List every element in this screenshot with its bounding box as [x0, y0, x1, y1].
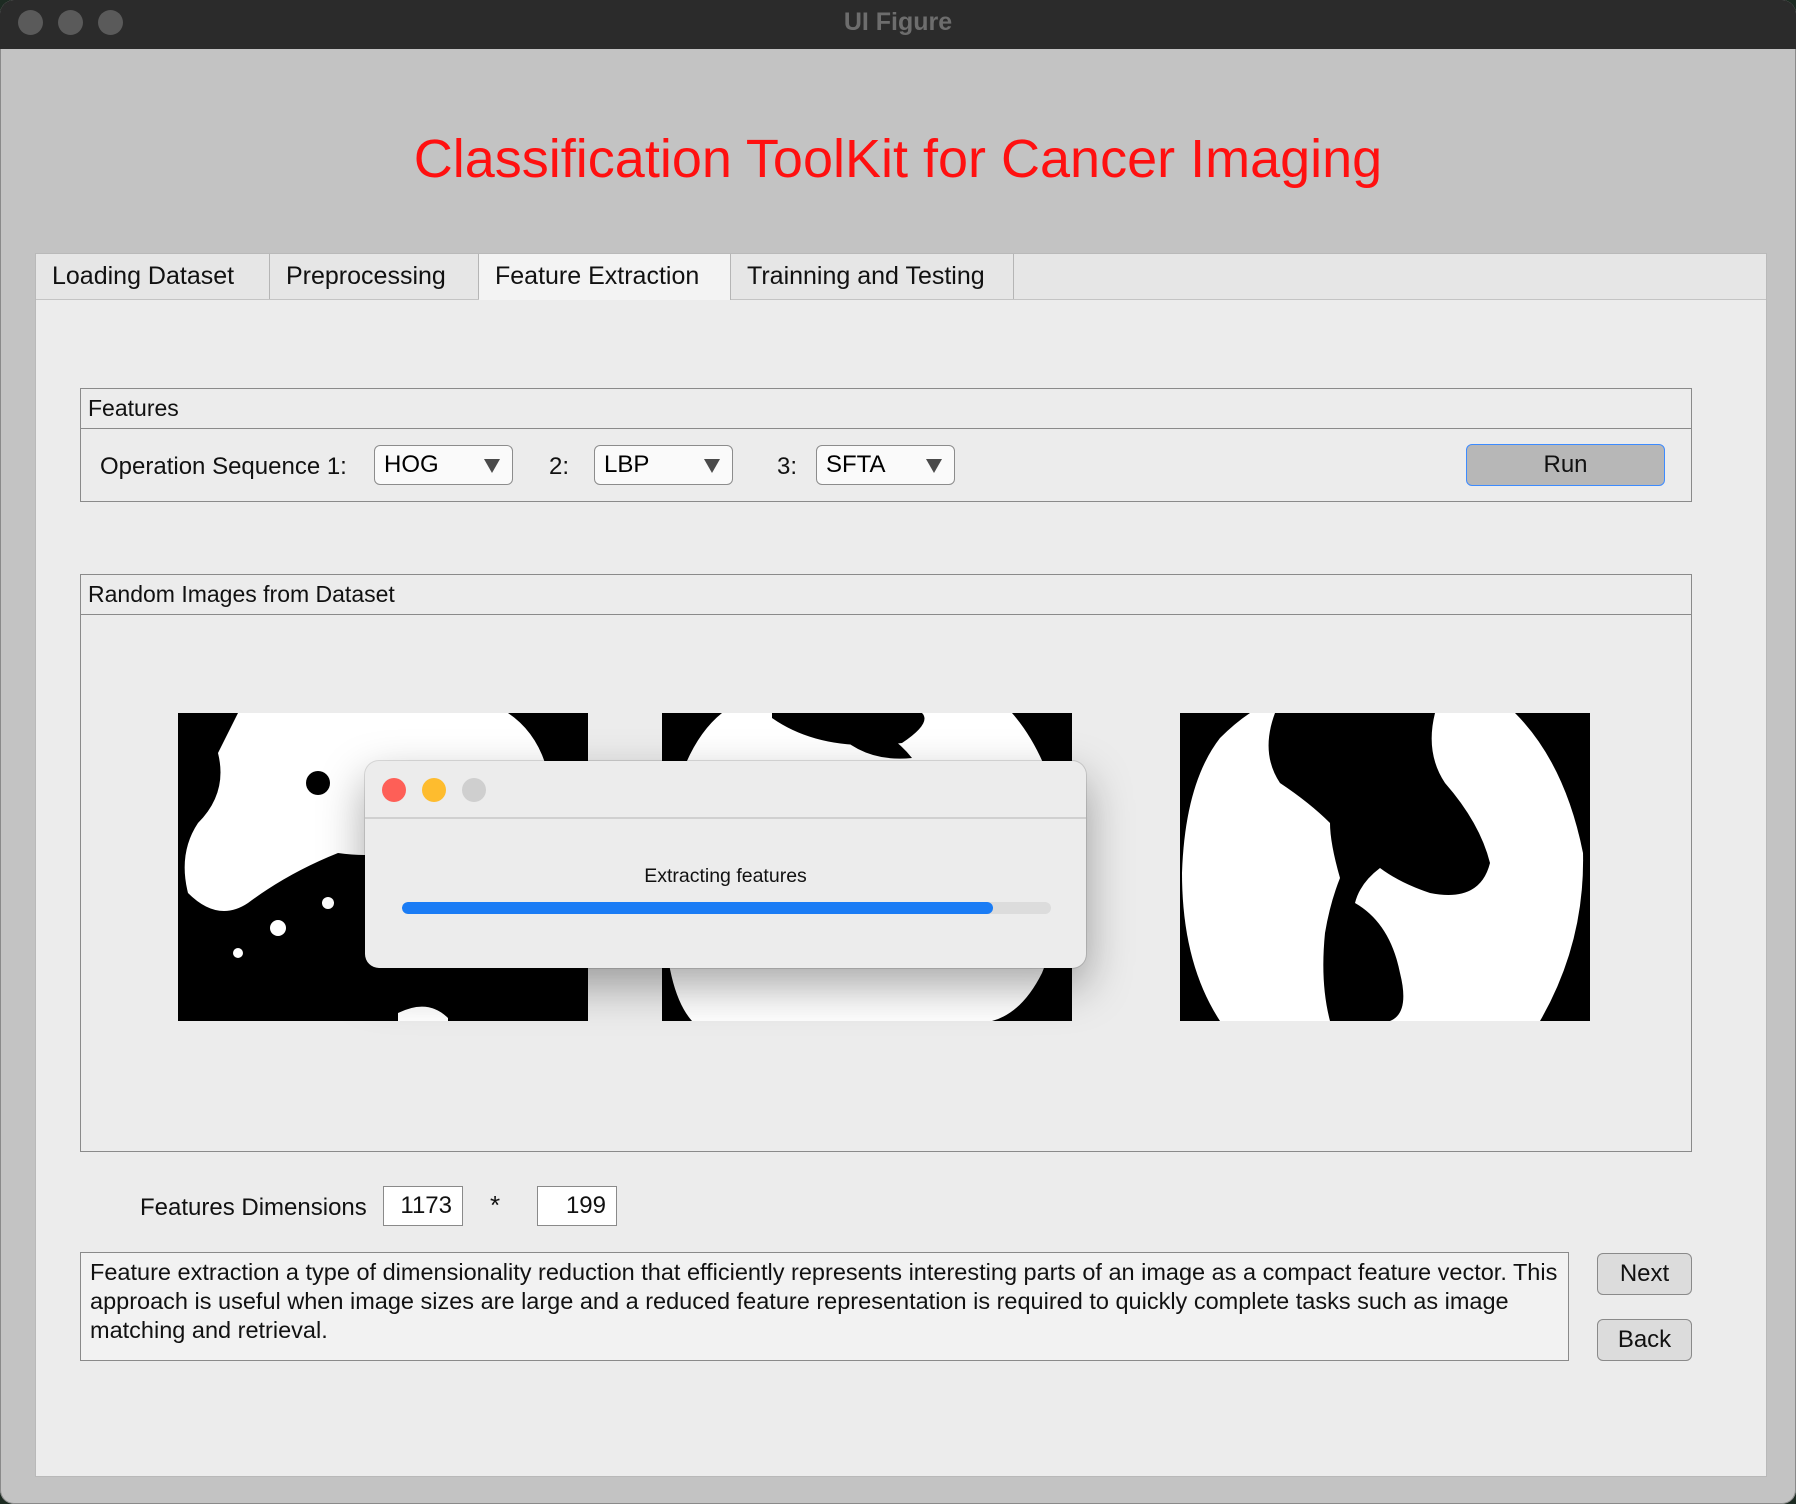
progress-bar [402, 902, 1051, 914]
chevron-down-icon [704, 459, 720, 473]
features-rows-field[interactable]: 1173 [383, 1186, 463, 1226]
tab-loading-dataset[interactable]: Loading Dataset [36, 254, 270, 299]
dialog-zoom-button[interactable] [462, 778, 486, 802]
title-bar: UI Figure [0, 0, 1796, 49]
operation-sequence-label: Operation Sequence 1: [100, 453, 347, 480]
dialog-minimize-button[interactable] [422, 778, 446, 802]
progress-bar-fill [402, 902, 993, 914]
step-3-label: 3: [777, 453, 798, 480]
app-title: Classification ToolKit for Cancer Imagin… [413, 129, 1383, 189]
tab-bar: Loading Dataset Preprocessing Feature Ex… [36, 254, 1766, 301]
step-2-label: 2: [549, 453, 570, 480]
back-button[interactable]: Back [1597, 1319, 1692, 1361]
sequence-1-value: HOG [384, 451, 439, 478]
sequence-3-dropdown[interactable]: SFTA [816, 445, 955, 485]
random-images-panel-title: Random Images from Dataset [81, 575, 1691, 615]
main-window: UI Figure Classification ToolKit for Can… [0, 0, 1796, 1504]
tab-preprocessing[interactable]: Preprocessing [270, 254, 479, 299]
chevron-down-icon [484, 459, 500, 473]
dataset-image-3 [1180, 713, 1590, 1021]
sequence-2-dropdown[interactable]: LBP [594, 445, 733, 485]
chevron-down-icon [926, 459, 942, 473]
features-panel-title: Features [81, 389, 1691, 429]
tab-feature-extraction[interactable]: Feature Extraction [479, 254, 731, 301]
sequence-3-value: SFTA [826, 451, 886, 478]
dialog-close-button[interactable] [382, 778, 406, 802]
features-cols-field[interactable]: 199 [537, 1186, 617, 1226]
description-text-area[interactable]: Feature extraction a type of dimensional… [80, 1252, 1569, 1361]
progress-message: Extracting features [644, 865, 807, 887]
run-button[interactable]: Run [1466, 444, 1665, 486]
tab-trainning-and-testing[interactable]: Trainning and Testing [731, 254, 1014, 299]
dialog-title-bar [365, 761, 1086, 819]
next-button[interactable]: Next [1597, 1253, 1692, 1295]
sequence-2-value: LBP [604, 451, 650, 478]
sequence-1-dropdown[interactable]: HOG [374, 445, 513, 485]
dimension-separator: * [490, 1190, 501, 1220]
window-title: UI Figure [843, 8, 953, 36]
features-dimensions-label: Features Dimensions [140, 1194, 367, 1221]
progress-dialog: Extracting features [365, 761, 1086, 968]
